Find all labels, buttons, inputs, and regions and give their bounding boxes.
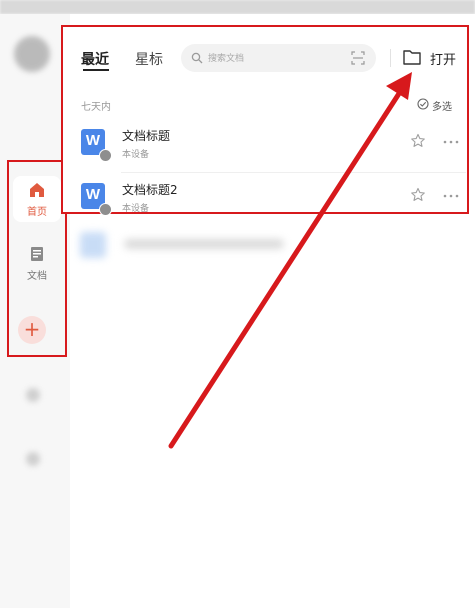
- list-item[interactable]: W 文档标题2 本设备: [63, 174, 467, 226]
- tab-recent-indicator: [83, 69, 109, 71]
- doc-title: 文档标题2: [122, 183, 178, 197]
- blurred-doc-title: [124, 239, 284, 249]
- search-input[interactable]: 搜索文档: [181, 44, 376, 72]
- multi-select-label: 多选: [432, 102, 452, 113]
- blurred-list-row: [80, 232, 380, 258]
- avatar[interactable]: [14, 36, 50, 72]
- plus-icon: +: [23, 317, 41, 341]
- check-circle-icon: [417, 98, 429, 110]
- nav-item-home[interactable]: 首页: [13, 176, 61, 222]
- multi-select-button[interactable]: 多选: [417, 97, 465, 113]
- doc-title: 文档标题: [122, 129, 171, 143]
- section-label-seven-days: 七天内: [81, 102, 111, 113]
- nav-item-documents-label: 文档: [27, 271, 47, 282]
- device-badge-icon: [99, 149, 112, 162]
- list-item[interactable]: W 文档标题 本设备: [63, 120, 467, 172]
- nav-item-documents[interactable]: 文档: [13, 240, 61, 286]
- add-button[interactable]: +: [18, 316, 46, 344]
- doc-location: 本设备: [122, 150, 150, 160]
- open-button-label: 打开: [430, 53, 457, 68]
- search-placeholder: 搜索文档: [208, 54, 245, 64]
- open-button[interactable]: 打开: [403, 46, 467, 70]
- toolbar-divider: [390, 49, 391, 67]
- document-icon: [31, 247, 43, 261]
- folder-icon: [403, 50, 421, 65]
- blurred-rail-icon: [26, 388, 40, 402]
- home-icon: [30, 183, 44, 197]
- scan-icon[interactable]: [351, 51, 365, 65]
- row-divider: [121, 172, 466, 173]
- search-icon: [191, 52, 203, 64]
- more-icon[interactable]: [443, 140, 459, 144]
- recent-documents-panel: 最近 星标 搜索文档 打开 七天内 多选 W 文档标题 本设备 W 文档标题2 …: [61, 25, 469, 216]
- nav-item-home-label: 首页: [27, 207, 47, 218]
- doc-location: 本设备: [122, 204, 150, 214]
- blurred-doc-icon: [80, 232, 106, 258]
- device-badge-icon: [99, 203, 112, 216]
- tab-recent[interactable]: 最近: [81, 49, 109, 69]
- more-icon[interactable]: [443, 194, 459, 198]
- star-icon[interactable]: [410, 133, 426, 149]
- blurred-rail-icon: [26, 452, 40, 466]
- nav-sidebar: 首页 文档 +: [7, 160, 67, 357]
- tab-starred[interactable]: 星标: [135, 49, 163, 69]
- star-icon[interactable]: [410, 187, 426, 203]
- status-bar: [0, 0, 475, 14]
